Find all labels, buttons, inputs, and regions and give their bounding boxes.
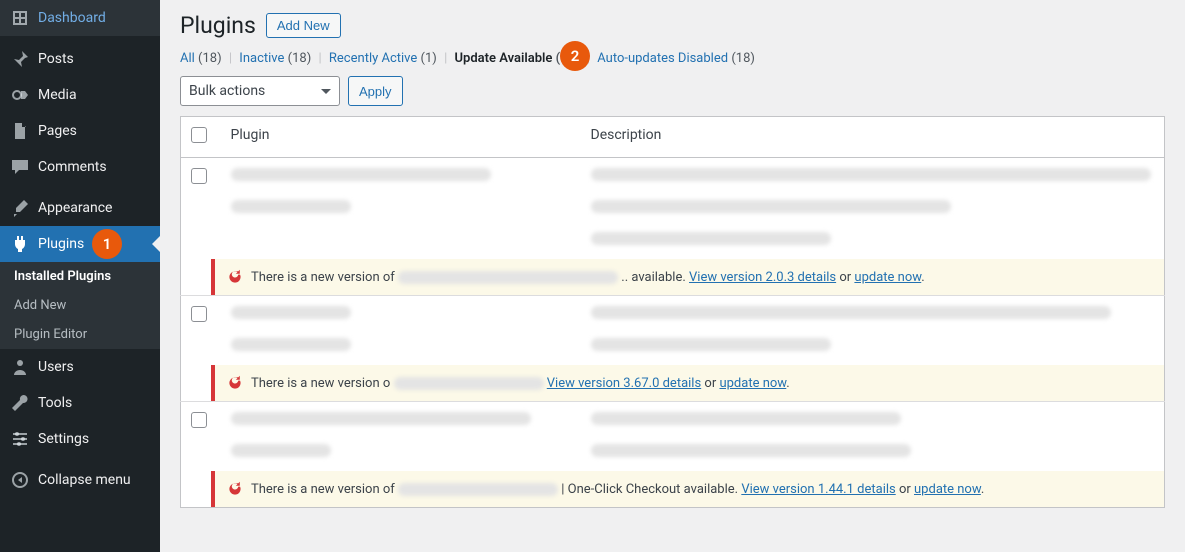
refresh-icon [227,481,243,497]
update-notice-row: There is a new version o View version 3.… [181,365,1165,402]
view-details-link[interactable]: View version 2.0.3 details [689,270,836,285]
refresh-icon [227,269,243,285]
description-placeholder [591,338,831,351]
plugin-name-placeholder [398,271,618,284]
sidebar-item-media[interactable]: Media [0,77,160,113]
view-details-link[interactable]: View version 1.44.1 details [741,482,895,497]
comment-icon [10,157,30,177]
table-row [181,296,1165,366]
update-now-link[interactable]: update now [719,376,786,391]
sidebar-item-label: Plugins [38,236,84,252]
description-placeholder [591,412,901,425]
sidebar-item-dashboard[interactable]: Dashboard [0,0,160,36]
description-placeholder [591,168,1151,181]
sidebar-item-label: Comments [38,159,107,175]
row-checkbox[interactable] [191,412,207,428]
main-content: Plugins Add New All (18) | Inactive (18)… [160,0,1185,552]
update-text: There is a new version o [251,376,390,391]
update-notice-row: There is a new version of .. available. … [181,259,1165,296]
plugin-name-placeholder [231,168,491,181]
update-text: There is a new version of [251,482,395,497]
plugin-name-placeholder [398,483,558,496]
brush-icon [10,198,30,218]
select-all-checkbox[interactable] [191,127,207,143]
admin-sidebar: Dashboard Posts Media Pages Comments App… [0,0,160,552]
sidebar-item-appearance[interactable]: Appearance [0,190,160,226]
col-plugin[interactable]: Plugin [221,117,581,158]
bulk-actions-select[interactable]: Bulk actions [180,76,340,106]
filter-recently-active[interactable]: Recently Active (1) [329,51,437,66]
sidebar-item-comments[interactable]: Comments [0,149,160,185]
sidebar-item-pages[interactable]: Pages [0,113,160,149]
sidebar-item-plugins[interactable]: Plugins 1 [0,226,160,262]
filter-auto-updates-disabled[interactable]: Auto-updates Disabled (18) [597,51,755,66]
submenu-plugin-editor[interactable]: Plugin Editor [0,320,160,349]
submenu-add-new[interactable]: Add New [0,291,160,320]
users-icon [10,357,30,377]
sidebar-item-settings[interactable]: Settings [0,421,160,457]
plugins-table: Plugin Description [180,116,1165,508]
sidebar-item-posts[interactable]: Posts [0,41,160,77]
sidebar-item-label: Settings [38,431,89,447]
update-text-mid: | One-Click Checkout available. [561,482,741,497]
wrench-icon [10,393,30,413]
table-row [181,158,1165,260]
update-notice-row: There is a new version of | One-Click Ch… [181,471,1165,508]
plugins-submenu: Installed Plugins Add New Plugin Editor [0,262,160,349]
sidebar-item-users[interactable]: Users [0,349,160,385]
sidebar-item-label: Appearance [38,200,112,216]
view-details-link[interactable]: View version 3.67.0 details [547,376,701,391]
sidebar-item-tools[interactable]: Tools [0,385,160,421]
page-icon [10,121,30,141]
plugin-actions-placeholder [231,444,331,457]
annotation-badge-1: 1 [92,229,122,259]
col-description[interactable]: Description [581,117,1165,158]
pin-icon [10,49,30,69]
plugin-name-placeholder [231,412,531,425]
filter-all[interactable]: All (18) [180,51,222,66]
sidebar-item-label: Media [38,87,77,103]
sliders-icon [10,429,30,449]
add-new-button[interactable]: Add New [266,13,341,38]
row-checkbox[interactable] [191,168,207,184]
refresh-icon [227,375,243,391]
sidebar-item-label: Collapse menu [38,472,131,488]
description-placeholder [591,232,831,245]
collapse-icon [10,470,30,490]
sidebar-item-label: Pages [38,123,77,139]
plugin-name-placeholder [394,377,544,390]
sidebar-item-collapse[interactable]: Collapse menu [0,462,160,498]
plugin-actions-placeholder [231,200,351,213]
update-now-link[interactable]: update now [854,270,921,285]
submenu-installed-plugins[interactable]: Installed Plugins [0,262,160,291]
table-row [181,402,1165,472]
sidebar-item-label: Posts [38,51,74,67]
filter-bar: All (18) | Inactive (18) | Recently Acti… [180,51,1165,66]
sidebar-item-label: Users [38,359,74,375]
update-text: There is a new version of [251,270,395,285]
plugin-icon [10,234,30,254]
description-placeholder [591,306,1111,319]
description-placeholder [591,200,951,213]
plugin-name-placeholder [231,306,351,319]
dashboard-icon [10,8,30,28]
row-checkbox[interactable] [191,306,207,322]
plugin-actions-placeholder [231,338,351,351]
update-text-mid: .. available. [621,270,689,285]
page-title: Plugins [180,12,256,39]
sidebar-item-label: Dashboard [38,10,106,26]
update-now-link[interactable]: update now [914,482,981,497]
filter-inactive[interactable]: Inactive (18) [239,51,311,66]
apply-button[interactable]: Apply [348,76,403,106]
description-placeholder [591,444,911,457]
media-icon [10,85,30,105]
annotation-badge-2: 2 [560,41,590,71]
sidebar-item-label: Tools [38,395,72,411]
